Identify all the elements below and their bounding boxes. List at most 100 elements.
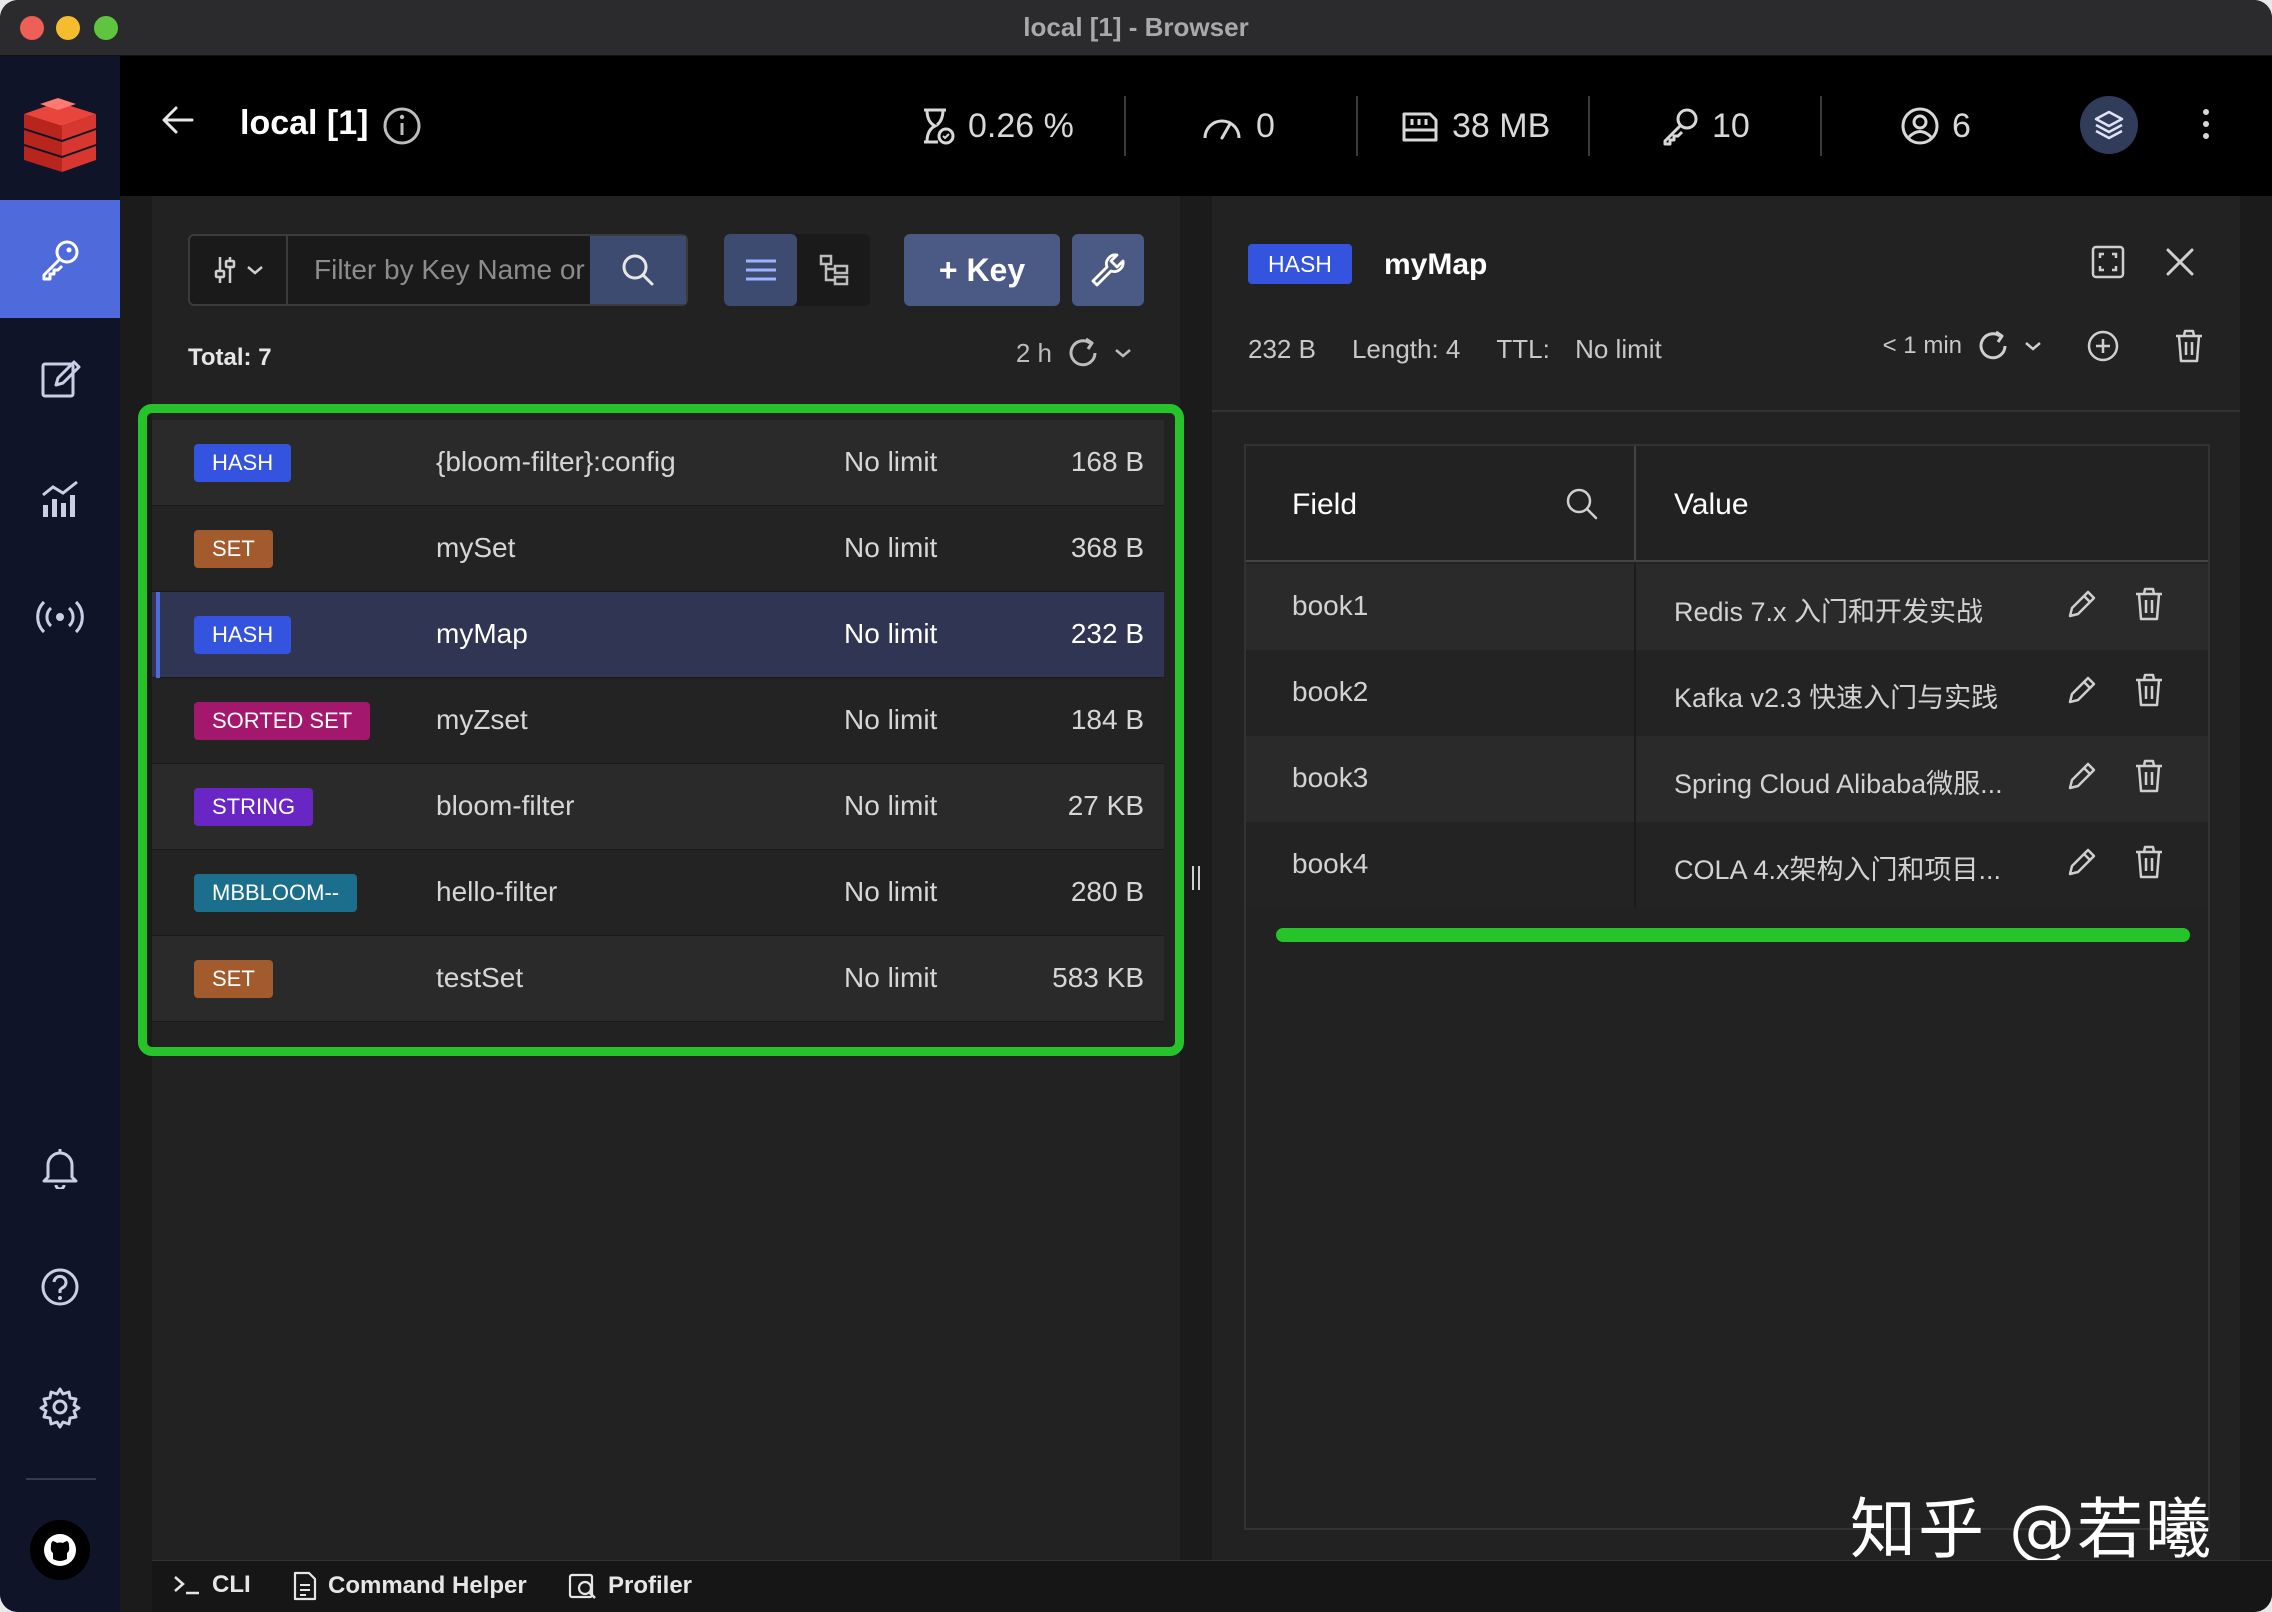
nav-workbench[interactable] [0,320,120,438]
add-key-button[interactable]: + Key [904,234,1060,306]
refresh-icon[interactable] [1976,329,2010,363]
github-link[interactable] [30,1520,90,1580]
key-icon [42,240,79,281]
key-size: 583 KB [1052,962,1144,993]
nav-notifications[interactable] [0,1108,120,1226]
search-icon [1566,488,1598,520]
pencil-icon [2068,676,2096,704]
insights-button[interactable] [2080,96,2138,154]
command-helper-button[interactable]: Command Helper [292,1571,527,1601]
close-details-button[interactable] [2162,244,2198,280]
key-type-badge: SORTED SET [194,702,371,740]
cli-button[interactable]: CLI [172,1571,251,1599]
keys-stat: 10 [1660,100,1750,152]
user-circle-icon [1901,107,1939,145]
profiler-icon [568,1573,596,1599]
redis-logo[interactable] [0,56,120,200]
key-name: myZset [436,704,528,735]
table-row: book4 COLA 4.x架构入门和项目... [1246,822,2208,908]
nav-browser[interactable] [0,200,120,318]
broadcast-icon [36,600,84,634]
key-row[interactable]: SET testSet No limit 583 KB [152,936,1164,1022]
trash-icon [2136,759,2162,793]
delete-field-button[interactable] [2132,672,2166,708]
delete-field-button[interactable] [2132,586,2166,622]
nav-settings[interactable] [0,1348,120,1466]
cpu-stat: 0.26 % [918,100,1074,152]
ops-stat: 0 [1200,100,1275,152]
view-toggle [724,234,870,306]
key-name: mySet [436,532,516,563]
app-window: local [1] - Browser local [1] 0.26 % 0 3… [0,0,2272,1612]
hourglass-icon [924,108,955,145]
profiler-label: Profiler [608,1572,693,1599]
table-row: book2 Kafka v2.3 快速入门与实践 [1246,650,2208,736]
field-search-button[interactable] [1564,486,1600,522]
refresh-icon[interactable] [1066,336,1100,370]
key-filter [188,234,688,306]
refresh-keys: 2 h [1016,336,1132,370]
key-metadata: 232 B Length: 4 TTL: No limit [1248,334,1662,365]
tree-view-icon [819,254,848,286]
delete-field-button[interactable] [2132,758,2166,794]
hash-fields-table: Field Value book1 Redis 7.x 入门和开发实战 book… [1244,444,2210,1530]
ops-value: 0 [1256,106,1275,145]
column-separator [1634,822,1636,908]
nav-help[interactable] [0,1228,120,1346]
key-row[interactable]: SORTED SET myZset No limit 184 B [152,678,1164,764]
analytics-icon [42,480,78,517]
edit-field-button[interactable] [2064,846,2098,880]
detail-actions: < 1 min [1883,328,2206,364]
clients-stat: 6 [1900,100,1971,152]
search-button[interactable] [590,236,686,304]
ttl-label: TTL: [1496,334,1550,364]
key-type-badge: HASH [194,616,292,654]
detail-key-name[interactable]: myMap [1384,248,1487,282]
key-row[interactable]: MBBLOOM-- hello-filter No limit 280 B [152,850,1164,936]
column-separator [1634,736,1636,822]
key-row[interactable]: HASH {bloom-filter}:config No limit 168 … [152,420,1164,506]
ttl-group[interactable]: TTL: No limit [1496,334,1661,365]
terminal-icon [174,1576,199,1595]
chevron-down-icon[interactable] [2024,340,2042,352]
column-separator [1634,446,1636,562]
key-size-value: 232 B [1248,334,1316,364]
delete-key-icon[interactable] [2172,328,2206,364]
gear-icon [39,1387,81,1429]
more-options-button[interactable] [2200,106,2212,142]
fullscreen-button[interactable] [2090,244,2126,280]
fullscreen-icon [2091,245,2125,279]
nav-pubsub[interactable] [0,558,120,676]
redis-logo-icon [24,98,96,172]
chevron-down-icon[interactable] [1114,347,1132,359]
delete-field-button[interactable] [2132,844,2166,880]
key-row-selected[interactable]: HASH myMap No limit 232 B [152,592,1164,678]
search-icon [622,254,654,286]
nav-analysis[interactable] [0,440,120,558]
key-size: 280 B [1070,876,1144,907]
speedometer-icon [1203,119,1241,140]
key-type-filter[interactable] [190,236,288,304]
add-field-icon[interactable] [2086,329,2120,363]
back-button[interactable] [160,102,196,138]
list-view-button[interactable] [724,234,797,306]
bulk-actions-button[interactable] [1072,234,1144,306]
edit-field-button[interactable] [2064,674,2098,708]
tree-view-button[interactable] [797,234,870,306]
edit-field-button[interactable] [2064,760,2098,794]
key-row[interactable]: STRING bloom-filter No limit 27 KB [152,764,1164,850]
profiler-button[interactable]: Profiler [568,1571,692,1601]
edit-field-button[interactable] [2064,588,2098,622]
database-info-button[interactable] [382,106,422,146]
field-name: book1 [1292,590,1369,621]
table-row: book1 Redis 7.x 入门和开发实战 [1246,564,2208,650]
last-refresh-time: < 1 min [1882,332,1962,359]
panel-resize-handle[interactable] [1190,864,1202,892]
key-search-input[interactable] [290,236,590,304]
nav-divider [26,1478,96,1480]
chevron-down-icon [247,266,263,275]
layers-icon [2094,110,2124,140]
value-column-header: Value [1674,488,1749,521]
key-row[interactable]: SET mySet No limit 368 B [152,506,1164,592]
key-size: 168 B [1070,446,1144,477]
